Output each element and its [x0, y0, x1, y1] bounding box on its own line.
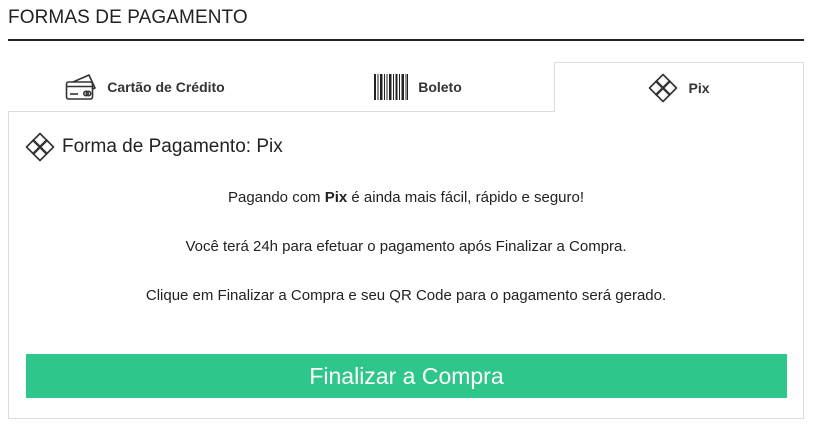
- payment-methods-section: FORMAS DE PAGAMENTO Cartão de Crédito Bo…: [0, 0, 814, 436]
- finalize-purchase-button[interactable]: Finalizar a Compra: [26, 354, 787, 398]
- barcode-icon: [374, 73, 409, 100]
- pix-icon: [648, 73, 678, 103]
- pix-payment-panel: Forma de Pagamento: Pix Pagando com Pix …: [8, 111, 804, 419]
- tab-credit-card[interactable]: Cartão de Crédito: [8, 62, 282, 111]
- tab-boleto-label: Boleto: [418, 78, 462, 95]
- credit-card-icon: [65, 72, 97, 102]
- tab-credit-card-label: Cartão de Crédito: [107, 78, 225, 95]
- info-text: é ainda mais fácil, rápido e seguro!: [347, 189, 585, 206]
- info-line-qr-code: Clique em Finalizar a Compra e seu QR Co…: [145, 287, 667, 304]
- pix-icon: [25, 132, 55, 162]
- panel-heading: Forma de Pagamento: Pix: [25, 132, 283, 162]
- tab-boleto[interactable]: Boleto: [282, 62, 554, 111]
- panel-heading-text: Forma de Pagamento: Pix: [62, 136, 283, 157]
- info-text-bold: Pix: [324, 189, 348, 206]
- section-title: FORMAS DE PAGAMENTO: [8, 7, 248, 28]
- title-divider: [8, 39, 804, 41]
- info-line-fast-secure: Pagando com Pix é ainda mais fácil, rápi…: [9, 189, 803, 206]
- info-text: Pagando com: [227, 189, 325, 206]
- payment-tabs: Cartão de Crédito Boleto Pix: [8, 62, 804, 112]
- tab-pix-label: Pix: [688, 79, 710, 96]
- info-line-deadline: Você terá 24h para efetuar o pagamento a…: [185, 238, 627, 255]
- tab-pix[interactable]: Pix: [554, 62, 804, 112]
